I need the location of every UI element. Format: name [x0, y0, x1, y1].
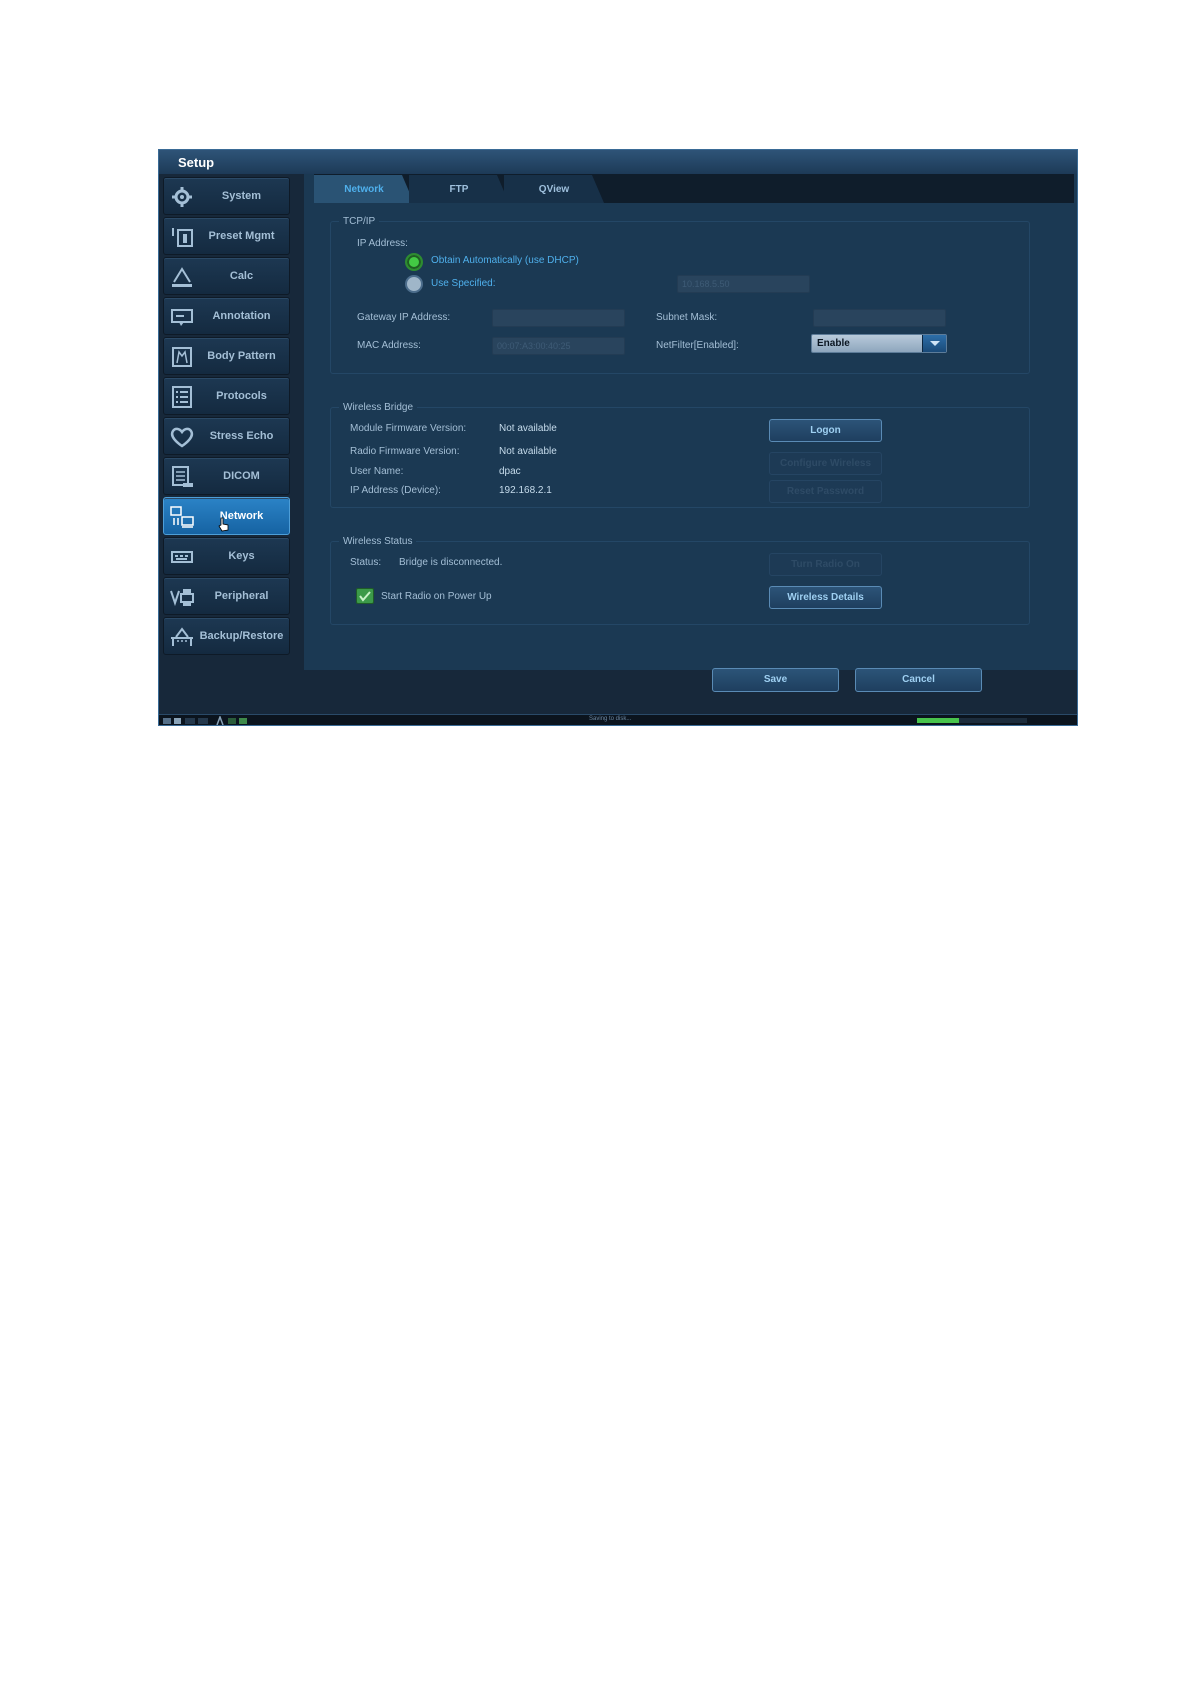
sidebar-item-protocols[interactable]: Protocols: [163, 377, 290, 415]
tab-bar: Network FTP QView: [314, 174, 1074, 203]
sidebar-item-body-pattern[interactable]: Body Pattern: [163, 337, 290, 375]
hand-cursor-icon: [218, 517, 229, 532]
specified-ip-field[interactable]: 10.168.5.50: [677, 275, 810, 293]
sidebar-item-label: Stress Echo: [209, 430, 274, 442]
progress-fill: [917, 718, 959, 723]
body-pattern-icon: [172, 347, 192, 367]
user-name-label: User Name:: [350, 466, 404, 477]
save-button[interactable]: Save: [712, 668, 839, 692]
wireless-details-button[interactable]: Wireless Details: [769, 586, 882, 609]
sidebar-item-label: Protocols: [216, 390, 267, 402]
sidebar-item-peripheral[interactable]: Peripheral: [163, 577, 290, 615]
dicom-icon: [172, 466, 193, 487]
check-icon: [359, 591, 371, 602]
dhcp-radio[interactable]: [405, 253, 423, 271]
netfilter-value: Enable: [817, 338, 850, 349]
sidebar-item-label: Annotation: [212, 310, 271, 322]
status-value: Bridge is disconnected.: [399, 557, 503, 568]
gear-icon: [172, 187, 192, 207]
mac-address-field: 00:07:A3:00:40:25: [492, 337, 625, 355]
sidebar-item-label: System: [221, 190, 262, 202]
status-label: Status:: [350, 557, 382, 568]
radio-fw-label: Radio Firmware Version:: [350, 446, 460, 457]
sidebar-item-preset-mgmt[interactable]: Preset Mgmt: [163, 217, 290, 255]
tab-ftp[interactable]: FTP: [409, 175, 509, 203]
wireless-status-group: Wireless Status: [330, 536, 1030, 625]
module-fw-value: Not available: [499, 423, 557, 434]
taskbar: Saving to disk...: [159, 714, 1077, 725]
device-ip-label: IP Address (Device):: [350, 485, 441, 496]
subnet-mask-field[interactable]: [813, 309, 946, 327]
protocols-icon: [172, 386, 192, 408]
tcpip-legend: TCP/IP: [343, 216, 376, 227]
sidebar-item-label: Calc: [229, 270, 254, 282]
reset-password-button[interactable]: Reset Password: [769, 480, 882, 503]
wireless-status-legend: Wireless Status: [343, 536, 413, 547]
keys-icon: [171, 551, 193, 563]
dhcp-option-label[interactable]: Obtain Automatically (use DHCP): [431, 255, 579, 266]
sidebar-item-label: DICOM: [223, 470, 260, 482]
netfilter-label: NetFilter[Enabled]:: [656, 340, 739, 351]
sidebar-item-label: Preset Mgmt: [208, 230, 275, 242]
device-ip-value: 192.168.2.1: [499, 485, 552, 496]
preset-icon: [172, 228, 193, 247]
sidebar-item-annotation[interactable]: Annotation: [163, 297, 290, 335]
calc-icon: [172, 267, 192, 287]
gateway-ip-field[interactable]: [492, 309, 625, 327]
ip-address-label: IP Address:: [357, 238, 408, 249]
sidebar-item-system[interactable]: System: [163, 177, 290, 215]
taskbar-tray-icons: [163, 716, 247, 725]
sidebar-item-backup-restore[interactable]: Backup/Restore: [163, 617, 290, 655]
sidebar-item-stress-echo[interactable]: Stress Echo: [163, 417, 290, 455]
mac-address-label: MAC Address:: [357, 340, 421, 351]
tab-network[interactable]: Network: [314, 175, 414, 203]
peripheral-icon: [170, 589, 194, 607]
start-radio-checkbox[interactable]: [356, 588, 374, 604]
use-specified-radio[interactable]: [405, 275, 423, 293]
sidebar-item-calc[interactable]: Calc: [163, 257, 290, 295]
turn-radio-on-button[interactable]: Turn Radio On: [769, 553, 882, 576]
sidebar-item-label: Backup/Restore: [199, 630, 284, 642]
sidebar: System Preset Mgmt Calc Annotation Body …: [159, 174, 304, 670]
tab-qview[interactable]: QView: [504, 175, 604, 203]
annotation-icon: [171, 309, 193, 326]
backup-icon: [171, 627, 193, 646]
subnet-mask-label: Subnet Mask:: [656, 312, 718, 323]
use-specified-label[interactable]: Use Specified:: [431, 278, 495, 289]
sidebar-item-dicom[interactable]: DICOM: [163, 457, 290, 495]
gateway-label: Gateway IP Address:: [357, 312, 451, 323]
configure-wireless-button[interactable]: Configure Wireless: [769, 452, 882, 475]
chevron-down-icon[interactable]: [922, 335, 946, 352]
heart-icon: [170, 427, 194, 448]
sidebar-item-keys[interactable]: Keys: [163, 537, 290, 575]
sidebar-item-label: Keys: [228, 550, 255, 562]
module-fw-label: Module Firmware Version:: [350, 423, 467, 434]
start-radio-label[interactable]: Start Radio on Power Up: [381, 591, 492, 602]
sidebar-item-label: Body Pattern: [207, 350, 276, 362]
netfilter-select[interactable]: Enable: [811, 334, 947, 353]
sidebar-item-label: Network: [219, 510, 264, 522]
cancel-button[interactable]: Cancel: [855, 668, 982, 692]
logon-button[interactable]: Logon: [769, 419, 882, 442]
sidebar-item-label: Peripheral: [214, 590, 269, 602]
radio-fw-value: Not available: [499, 446, 557, 457]
sidebar-item-network[interactable]: Network: [163, 497, 290, 535]
save-progress-bar: [917, 718, 1027, 723]
network-icon: [170, 506, 194, 528]
wireless-bridge-legend: Wireless Bridge: [343, 402, 414, 413]
taskbar-status-text: Saving to disk...: [589, 716, 632, 722]
window-title: Setup: [159, 150, 1077, 174]
user-name-value: dpac: [499, 466, 521, 477]
